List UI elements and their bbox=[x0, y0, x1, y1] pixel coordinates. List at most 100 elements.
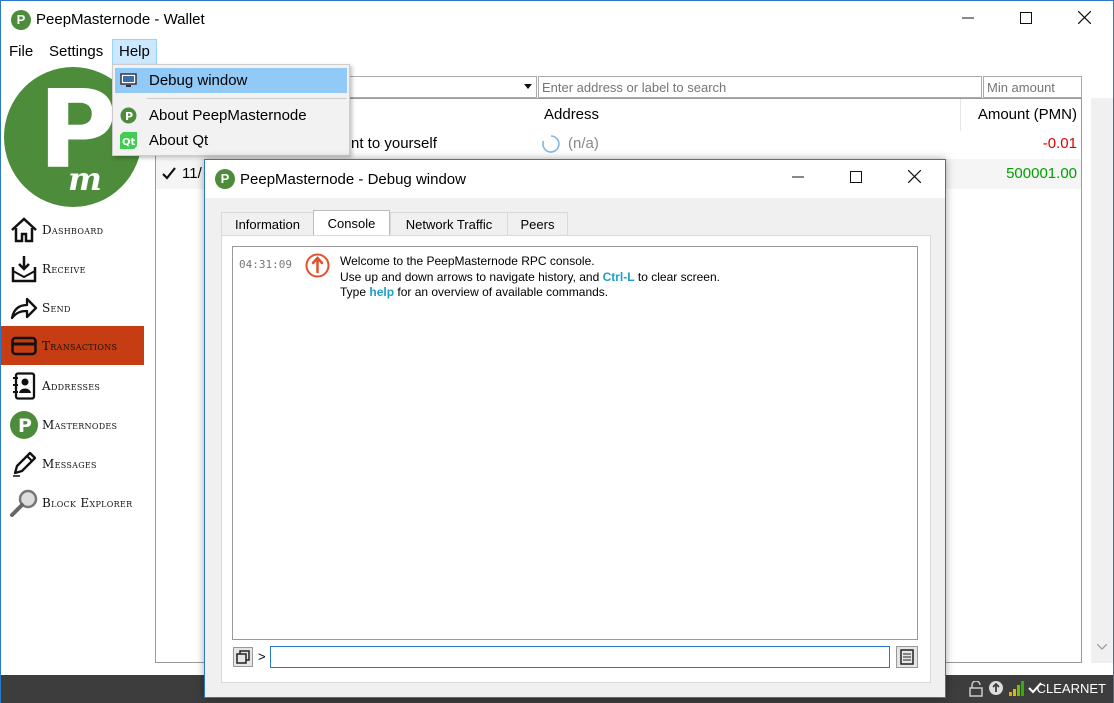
debug-window-title: PeepMasternode - Debug window bbox=[240, 171, 466, 188]
menu-item-about-qt[interactable]: Qt About Qt bbox=[115, 128, 347, 153]
app-logo-icon: P bbox=[215, 169, 235, 189]
debug-window: P PeepMasternode - Debug window Informat… bbox=[204, 159, 946, 698]
sidebar-item-label: Masternodes bbox=[42, 417, 118, 432]
console-info-icon bbox=[305, 253, 330, 278]
console-timestamp: 04:31:09 bbox=[239, 258, 292, 271]
sidebar-item-transactions[interactable]: Transactions bbox=[1, 326, 144, 365]
peepmasternode-logo-icon: P bbox=[120, 107, 137, 124]
sidebar-item-block-explorer[interactable]: Block Explorer bbox=[1, 483, 144, 522]
magnifier-icon bbox=[8, 487, 40, 519]
console-tab-panel: 04:31:09 Welcome to the PeepMasternode R… bbox=[221, 235, 931, 683]
tx-address: (n/a) bbox=[568, 135, 599, 152]
menu-bar: File Settings Help bbox=[1, 39, 1113, 65]
sidebar-item-label: Send bbox=[42, 300, 71, 315]
column-header-address[interactable]: Address bbox=[544, 99, 960, 131]
credit-card-icon bbox=[8, 330, 40, 362]
console-output[interactable]: 04:31:09 Welcome to the PeepMasternode R… bbox=[232, 246, 918, 640]
console-prompt: > bbox=[258, 649, 266, 664]
tab-peers[interactable]: Peers bbox=[507, 212, 568, 236]
keyword-ctrl-l: Ctrl-L bbox=[602, 269, 635, 284]
menu-settings[interactable]: Settings bbox=[43, 39, 109, 65]
vertical-scrollbar[interactable] bbox=[1091, 98, 1113, 663]
clear-icon bbox=[236, 650, 250, 664]
sidebar-item-label: Block Explorer bbox=[42, 495, 133, 510]
console-line: Use up and down arrows to navigate histo… bbox=[340, 269, 720, 284]
sidebar-item-label: Messages bbox=[42, 456, 97, 471]
chevron-down-icon bbox=[524, 84, 532, 89]
close-button[interactable] bbox=[1055, 1, 1113, 39]
debug-minimize-button[interactable] bbox=[769, 160, 827, 198]
sidebar-item-label: Receive bbox=[42, 261, 86, 276]
menu-separator bbox=[147, 98, 347, 99]
debug-maximize-button[interactable] bbox=[827, 160, 885, 198]
menu-item-label: About PeepMasternode bbox=[149, 107, 307, 124]
sync-icon[interactable] bbox=[988, 680, 1004, 696]
maximize-icon bbox=[1020, 12, 1032, 24]
pending-spinner-icon bbox=[542, 135, 560, 153]
sidebar-item-masternodes[interactable]: P Masternodes bbox=[1, 405, 144, 444]
help-menu-dropdown: Debug window P About PeepMasternode Qt A… bbox=[112, 64, 350, 156]
home-icon bbox=[8, 214, 40, 246]
menu-item-label: About Qt bbox=[149, 132, 209, 149]
menu-help[interactable]: Help bbox=[112, 39, 157, 65]
scroll-down-icon[interactable] bbox=[1097, 644, 1107, 650]
tx-date: 11/ bbox=[182, 165, 202, 182]
network-status-label: CLEARNET bbox=[1036, 681, 1106, 696]
close-icon bbox=[1077, 10, 1091, 25]
keyword-help: help bbox=[369, 285, 395, 299]
unlock-icon[interactable] bbox=[969, 681, 983, 697]
console-line: Welcome to the PeepMasternode RPC consol… bbox=[340, 254, 595, 268]
pencil-icon bbox=[8, 448, 40, 480]
menu-item-debug-window[interactable]: Debug window bbox=[115, 68, 347, 93]
minimize-icon bbox=[792, 176, 804, 178]
sidebar-item-label: Transactions bbox=[42, 338, 118, 353]
tx-type: nt to yourself bbox=[351, 135, 437, 152]
address-search-input[interactable] bbox=[538, 76, 982, 98]
type-filter-select[interactable] bbox=[347, 76, 537, 98]
clear-console-button[interactable] bbox=[233, 647, 253, 667]
notepad-icon bbox=[900, 649, 914, 665]
tx-amount: 500001.00 bbox=[1006, 165, 1077, 182]
column-header-amount[interactable]: Amount (PMN) bbox=[960, 99, 1080, 131]
confirmed-check-icon bbox=[162, 167, 176, 180]
console-command-input[interactable] bbox=[270, 646, 890, 668]
font-size-button[interactable] bbox=[896, 646, 918, 668]
sidebar-item-addresses[interactable]: Addresses bbox=[1, 366, 144, 405]
console-line: Type help for an overview of available c… bbox=[340, 285, 609, 299]
tx-amount: -0.01 bbox=[1042, 135, 1077, 152]
send-arrow-icon bbox=[8, 292, 40, 324]
console-welcome-message: Welcome to the PeepMasternode RPC consol… bbox=[340, 254, 720, 301]
sidebar-item-label: Dashboard bbox=[42, 222, 104, 237]
maximize-button[interactable] bbox=[997, 1, 1055, 39]
maximize-icon bbox=[850, 171, 862, 183]
debug-close-button[interactable] bbox=[885, 160, 943, 198]
menu-file[interactable]: File bbox=[3, 39, 39, 65]
window-title: PeepMasternode - Wallet bbox=[36, 11, 205, 28]
sidebar-item-label: Addresses bbox=[42, 378, 101, 393]
minimize-icon bbox=[962, 17, 974, 19]
svg-text:P: P bbox=[125, 110, 133, 123]
masternode-logo-icon: P bbox=[8, 409, 40, 441]
menu-item-about-peepmasternode[interactable]: P About PeepMasternode bbox=[115, 103, 347, 128]
tab-information[interactable]: Information bbox=[221, 212, 314, 236]
app-logo-icon: P bbox=[11, 10, 31, 30]
minimize-button[interactable] bbox=[939, 1, 997, 39]
menu-item-label: Debug window bbox=[149, 72, 248, 89]
qt-logo-icon: Qt bbox=[120, 132, 137, 149]
sidebar: P m Dashboard Receive Send Transactions … bbox=[1, 65, 144, 675]
sidebar-item-send[interactable]: Send bbox=[1, 288, 144, 327]
sidebar-item-dashboard[interactable]: Dashboard bbox=[1, 210, 144, 249]
title-bar[interactable]: P PeepMasternode - Wallet bbox=[1, 1, 1113, 39]
debug-title-bar[interactable]: P PeepMasternode - Debug window bbox=[205, 160, 945, 198]
sidebar-item-receive[interactable]: Receive bbox=[1, 249, 144, 288]
tab-network-traffic[interactable]: Network Traffic bbox=[390, 212, 508, 236]
address-book-icon bbox=[8, 370, 40, 402]
svg-text:Qt: Qt bbox=[122, 137, 136, 148]
sidebar-item-messages[interactable]: Messages bbox=[1, 444, 144, 483]
logo-sub-letter: m bbox=[68, 160, 102, 198]
min-amount-input[interactable] bbox=[983, 76, 1082, 98]
monitor-icon bbox=[120, 73, 137, 87]
close-icon bbox=[907, 169, 921, 184]
network-signal-icon[interactable] bbox=[1008, 680, 1024, 697]
tab-console[interactable]: Console bbox=[313, 210, 390, 236]
